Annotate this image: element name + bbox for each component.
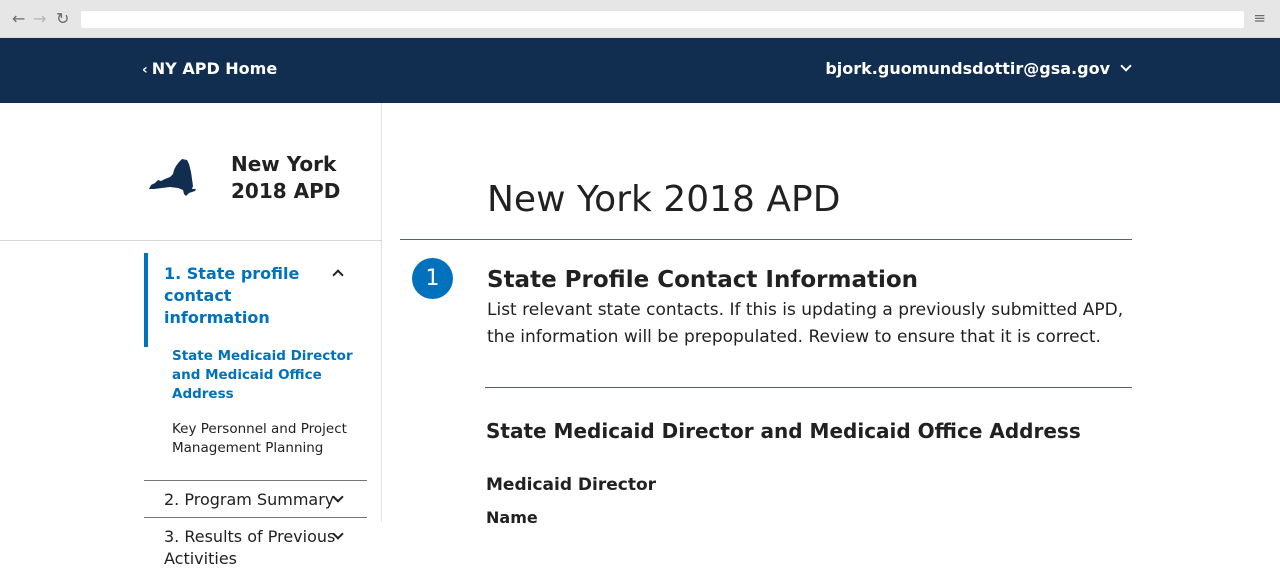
forward-arrow-icon[interactable]: → [33, 9, 46, 29]
section-heading: State Profile Contact Information [487, 267, 919, 293]
browser-menu-icon[interactable]: ≡ [1253, 9, 1266, 27]
back-arrow-icon[interactable]: ← [12, 9, 25, 29]
chevron-down-icon [1120, 60, 1132, 72]
nav-section-label: 2. Program Summary [164, 490, 335, 509]
state-title-line1: New York [231, 152, 337, 176]
section-description: List relevant state contacts. If this is… [487, 300, 1124, 347]
subsection-heading: State Medicaid Director and Medicaid Off… [486, 419, 1081, 443]
divider [485, 387, 1132, 388]
sidebar: New York 2018 APD 1. State profile conta… [0, 103, 382, 568]
page-title: New York 2018 APD [487, 179, 841, 220]
state-apd-title: New York 2018 APD [231, 151, 340, 205]
chevron-left-icon: ‹ [142, 62, 148, 78]
nav-sub-items: State Medicaid Director and Medicaid Off… [144, 347, 367, 480]
divider [400, 239, 1132, 240]
field-group-title: Medicaid Director [486, 475, 657, 495]
nav-sub-item-medicaid-director[interactable]: State Medicaid Director and Medicaid Off… [172, 347, 367, 404]
nav-section-state-profile[interactable]: 1. State profile contact information [144, 253, 367, 347]
nav-section-program-summary[interactable]: 2. Program Summary [144, 480, 367, 517]
state-title-line2: 2018 APD [231, 179, 341, 203]
user-email: bjork.guomundsdottir@gsa.gov [825, 59, 1110, 78]
user-menu[interactable]: bjork.guomundsdottir@gsa.gov [825, 58, 1132, 80]
nav-sub-item-key-personnel[interactable]: Key Personnel and Project Management Pla… [172, 420, 367, 458]
browser-toolbar: ← → ↻ ≡ [0, 0, 1280, 38]
address-bar[interactable] [81, 11, 1244, 28]
name-field-label: Name [486, 508, 538, 527]
nav-section-previous-activities[interactable]: 3. Results of Previous Activities [144, 517, 367, 576]
apd-section-nav: 1. State profile contact information Sta… [144, 253, 367, 576]
reload-icon[interactable]: ↻ [56, 9, 69, 29]
home-link-label: NY APD Home [151, 59, 278, 78]
app-header: ‹ NY APD Home bjork.guomundsdottir@gsa.go… [0, 38, 1280, 103]
nav-section-label: 3. Results of Previous Activities [164, 527, 336, 568]
home-link[interactable]: ‹ NY APD Home [142, 58, 277, 81]
new-york-state-icon [149, 159, 196, 196]
state-header: New York 2018 APD [0, 103, 382, 241]
step-number-badge: 1 [412, 258, 453, 299]
